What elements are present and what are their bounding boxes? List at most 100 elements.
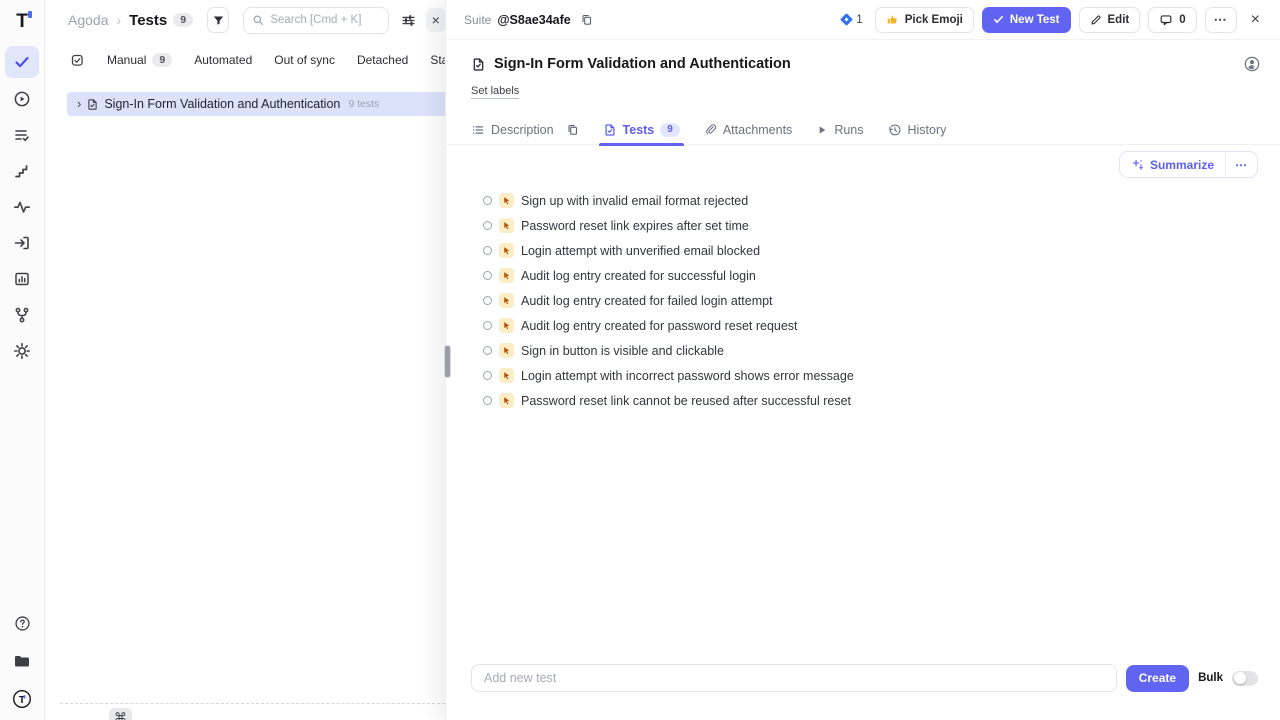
manual-test-icon: [499, 318, 514, 333]
suite-id: @S8ae34afe: [497, 13, 570, 27]
manual-test-icon: [499, 218, 514, 233]
add-new-test-input[interactable]: [471, 664, 1117, 692]
sliders-icon[interactable]: [401, 13, 416, 28]
app: T: [0, 0, 1280, 720]
nav-plans-list-check-icon[interactable]: [6, 120, 38, 150]
test-row[interactable]: Audit log entry created for successful l…: [446, 263, 1280, 288]
test-row[interactable]: Password reset link expires after set ti…: [446, 213, 1280, 238]
test-status-circle-icon[interactable]: [483, 271, 492, 280]
create-test-button[interactable]: Create: [1126, 665, 1189, 692]
test-row[interactable]: Audit log entry created for failed login…: [446, 288, 1280, 313]
linked-issues-indicator[interactable]: 1: [842, 14, 862, 26]
manual-count-badge: 9: [152, 53, 172, 68]
search-box[interactable]: [243, 7, 389, 34]
tab-description[interactable]: Description: [471, 115, 554, 145]
test-status-circle-icon[interactable]: [483, 396, 492, 405]
filter-tab-detached[interactable]: Detached: [357, 53, 408, 67]
summarize-button[interactable]: Summarize: [1120, 152, 1226, 177]
filter-tab-label: Automated: [194, 53, 252, 67]
filter-tab-automated[interactable]: Automated: [194, 53, 252, 67]
search-input[interactable]: [270, 14, 380, 26]
manual-test-icon: [499, 393, 514, 408]
suite-tests-count: 9 tests: [348, 98, 379, 110]
summarize-label: Summarize: [1150, 158, 1214, 172]
test-row[interactable]: Sign up with invalid email format reject…: [446, 188, 1280, 213]
detail-titlebar: Sign-In Form Validation and Authenticati…: [446, 40, 1280, 72]
tree-panel: Agoda › Tests 9 × Manual 9 A: [45, 0, 445, 720]
test-status-circle-icon[interactable]: [483, 321, 492, 330]
set-labels-link[interactable]: Set labels: [471, 85, 519, 99]
suite-doc-icon: [86, 98, 99, 111]
manual-test-icon: [499, 368, 514, 383]
test-title: Audit log entry created for password res…: [521, 319, 798, 333]
suite-detail-panel: Suite @S8ae34afe 1 Pick Emoji New Test: [445, 0, 1280, 720]
test-row[interactable]: Login attempt with incorrect password sh…: [446, 363, 1280, 388]
help-icon[interactable]: [6, 608, 38, 638]
test-row[interactable]: Password reset link cannot be reused aft…: [446, 388, 1280, 413]
edit-button[interactable]: Edit: [1079, 7, 1141, 33]
copy-description-icon[interactable]: [566, 123, 579, 136]
add-test-footer: Create Bulk: [446, 664, 1280, 692]
copy-suite-id-icon[interactable]: [580, 13, 593, 26]
pick-emoji-label: Pick Emoji: [905, 14, 963, 26]
breadcrumb-separator: ›: [114, 12, 123, 28]
nav-import-icon[interactable]: [6, 228, 38, 258]
manual-test-icon: [499, 343, 514, 358]
filter-button[interactable]: [207, 7, 229, 33]
new-test-button[interactable]: New Test: [982, 7, 1071, 33]
tree-topbar: Agoda › Tests 9 ×: [45, 0, 445, 40]
nav-pulse-icon[interactable]: [6, 192, 38, 222]
manual-test-icon: [499, 243, 514, 258]
test-title: Audit log entry created for successful l…: [521, 269, 756, 283]
nav-tests-check-icon[interactable]: [5, 46, 39, 78]
summarize-more-button[interactable]: ⋯: [1226, 158, 1257, 172]
test-title: Sign up with invalid email format reject…: [521, 194, 748, 208]
suite-title: Sign-In Form Validation and Authenticati…: [104, 97, 340, 111]
tab-history[interactable]: History: [888, 115, 947, 145]
test-row[interactable]: Login attempt with unverified email bloc…: [446, 238, 1280, 263]
test-status-circle-icon[interactable]: [483, 221, 492, 230]
filter-tab-label: Out of sync: [274, 53, 335, 67]
test-status-circle-icon[interactable]: [483, 196, 492, 205]
filter-tab-manual[interactable]: Manual 9: [107, 53, 172, 68]
chevron-right-icon[interactable]: ›: [77, 96, 81, 111]
nav-report-icon[interactable]: [6, 264, 38, 294]
test-status-circle-icon[interactable]: [483, 346, 492, 355]
test-status-circle-icon[interactable]: [483, 371, 492, 380]
tree-close-button[interactable]: ×: [426, 8, 445, 32]
tab-label: Attachments: [723, 123, 792, 137]
nav-settings-gear-icon[interactable]: [6, 336, 38, 366]
assignee-avatar-icon[interactable]: [1244, 56, 1260, 72]
test-title: Audit log entry created for failed login…: [521, 294, 773, 308]
tab-tests[interactable]: Tests 9: [603, 115, 680, 145]
suites-tree: › Sign-In Form Validation and Authentica…: [45, 78, 445, 116]
nav-runs-play-circle-icon[interactable]: [6, 84, 38, 114]
breadcrumb-section[interactable]: Tests: [129, 12, 167, 29]
projects-folder-icon[interactable]: [6, 646, 38, 676]
account-logo-icon[interactable]: T: [6, 684, 38, 714]
breadcrumb-project[interactable]: Agoda: [68, 12, 108, 28]
test-row[interactable]: Sign in button is visible and clickable: [446, 338, 1280, 363]
tab-attachments[interactable]: Attachments: [704, 115, 792, 145]
comments-button[interactable]: 0: [1148, 7, 1196, 33]
pick-emoji-button[interactable]: Pick Emoji: [875, 7, 974, 33]
nav-branch-icon[interactable]: [6, 300, 38, 330]
test-status-circle-icon[interactable]: [483, 296, 492, 305]
more-actions-button[interactable]: ⋯: [1205, 7, 1237, 33]
select-all-icon[interactable]: [70, 53, 85, 68]
tab-label: Tests: [623, 123, 655, 137]
nav-steps-stairs-icon[interactable]: [6, 156, 38, 186]
panel-resize-handle[interactable]: [444, 345, 451, 378]
filter-tabs: Manual 9 Automated Out of sync Detached …: [45, 42, 445, 78]
detail-actions: 1 Pick Emoji New Test Edit 0: [842, 7, 1266, 33]
detail-close-button[interactable]: ×: [1245, 11, 1266, 29]
app-logo-icon[interactable]: T: [16, 8, 28, 36]
test-row[interactable]: Audit log entry created for password res…: [446, 313, 1280, 338]
command-shortcut-button[interactable]: ⌘: [109, 708, 132, 720]
tree-row-suite[interactable]: › Sign-In Form Validation and Authentica…: [67, 92, 445, 116]
filter-tab-out-of-sync[interactable]: Out of sync: [274, 53, 335, 67]
bulk-toggle[interactable]: [1232, 671, 1258, 686]
test-status-circle-icon[interactable]: [483, 246, 492, 255]
comments-count: 0: [1179, 14, 1185, 26]
tab-runs[interactable]: Runs: [816, 115, 863, 145]
